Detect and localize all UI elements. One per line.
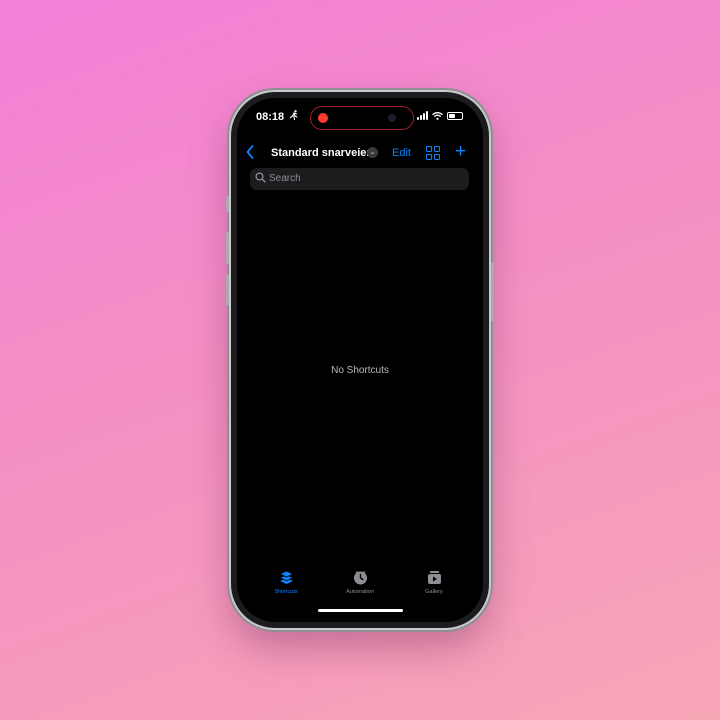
title-chevron-down-icon[interactable]: ⌄: [367, 147, 378, 158]
activity-running-icon: [289, 110, 298, 123]
clock-icon: [353, 571, 367, 585]
search-icon: [255, 172, 266, 183]
navigation-bar: Standard snarveier ⌄ Edit +: [237, 141, 483, 166]
volume-up-button: [226, 232, 229, 264]
search-placeholder: Search: [269, 173, 301, 184]
status-indicators: [417, 111, 463, 120]
gallery-icon: [427, 571, 441, 584]
grid-view-icon[interactable]: [426, 146, 441, 160]
tab-shortcuts[interactable]: Shortcuts: [256, 570, 316, 595]
empty-state-message: No Shortcuts: [331, 365, 389, 376]
tab-label: Gallery: [425, 589, 443, 595]
phone-frame: 08:18 Standard snarveier ⌄ Edit + Search…: [226, 92, 494, 628]
tab-gallery[interactable]: Gallery: [404, 570, 464, 595]
screen: 08:18 Standard snarveier ⌄ Edit + Search…: [237, 98, 483, 622]
layers-icon: [278, 570, 294, 584]
tab-automation[interactable]: Automation: [330, 570, 390, 595]
power-button: [491, 262, 494, 322]
tab-bar: Shortcuts Automation Gallery: [237, 570, 483, 600]
wifi-icon: [432, 111, 443, 120]
dynamic-island: [310, 106, 414, 130]
camera-icon: [389, 115, 395, 121]
battery-icon: [447, 111, 463, 120]
status-time: 08:18: [256, 111, 285, 123]
search-field[interactable]: Search: [250, 168, 469, 190]
cellular-signal-icon: [417, 111, 428, 120]
folder-title[interactable]: Standard snarveier: [271, 147, 371, 159]
home-indicator[interactable]: [318, 609, 403, 612]
back-chevron-icon[interactable]: [246, 144, 254, 164]
edit-button[interactable]: Edit: [392, 147, 411, 159]
tab-label: Automation: [346, 589, 374, 595]
volume-down-button: [226, 274, 229, 306]
add-shortcut-plus-icon[interactable]: +: [455, 141, 466, 163]
tab-label: Shortcuts: [274, 589, 298, 595]
action-button: [226, 196, 229, 212]
screen-recording-indicator-icon: [318, 113, 328, 123]
